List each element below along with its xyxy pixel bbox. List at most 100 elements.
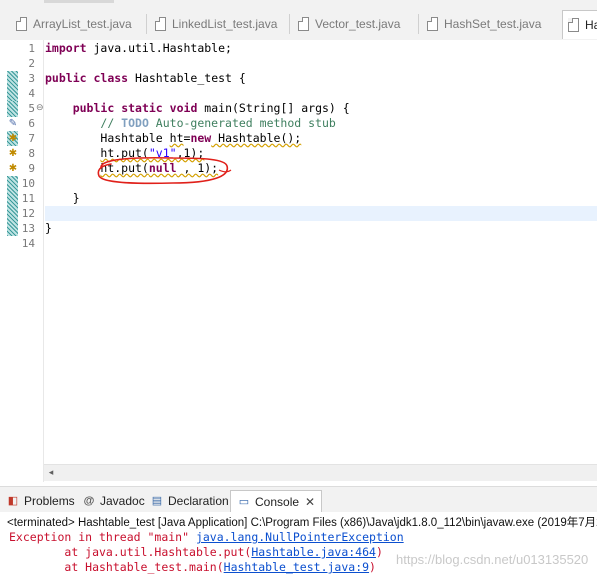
code-token-warning: null <box>148 161 177 175</box>
code-token: main(String[] args) { <box>197 101 350 115</box>
java-file-icon <box>298 17 309 31</box>
code-token: Hashtable <box>100 131 170 145</box>
code-line-5[interactable]: public static void main(String[] args) { <box>45 101 597 116</box>
console-text: at java.util.Hashtable.put( <box>9 545 252 559</box>
watermark-text: https://blog.csdn.net/u013135520 <box>396 552 589 567</box>
line-number: 12 <box>21 207 35 220</box>
console-output[interactable]: <terminated> Hashtable_test [Java Applic… <box>0 512 597 579</box>
code-line-1[interactable]: import java.util.Hashtable; <box>45 41 597 56</box>
console-exception-line: Exception in thread "main" java.lang.Nul… <box>9 530 404 544</box>
panel-tab-label: Problems <box>24 494 75 508</box>
code-token: static <box>121 101 163 115</box>
code-token-warning: ,1); <box>176 146 205 160</box>
change-marker <box>7 176 18 236</box>
line-number: 3 <box>28 72 35 85</box>
javadoc-at-icon: @ <box>83 495 95 507</box>
tab-arraylist-test[interactable]: ArrayList_test.java <box>16 10 132 38</box>
tab-hashset-test[interactable]: HashSet_test.java <box>427 10 541 38</box>
close-icon[interactable]: ✕ <box>305 495 315 509</box>
code-token: public <box>45 71 87 85</box>
code-todo-tag: TODO <box>121 116 149 130</box>
console-icon: ▭ <box>238 496 250 508</box>
line-number: 1 <box>28 42 35 55</box>
code-editor[interactable]: ✎ ✱ ✱ ✱ 1 2 3 4 5 6 7 8 9 10 11 12 13 14… <box>0 40 597 482</box>
tab-divider <box>418 14 419 34</box>
console-text: ) <box>375 545 383 559</box>
tab-label: HashSet_test.java <box>444 17 542 31</box>
java-file-icon <box>155 17 166 31</box>
lightbulb-warning-icon[interactable]: ✱ <box>7 163 19 175</box>
code-line-7[interactable]: Hashtable ht=new Hashtable(); <box>45 131 597 146</box>
line-number: 4 <box>28 87 35 100</box>
tab-label: LinkedList_test.java <box>172 17 278 31</box>
line-number: 9 <box>28 162 35 175</box>
tab-label: Has <box>585 18 597 32</box>
tab-linkedlist-test[interactable]: LinkedList_test.java <box>155 10 277 38</box>
code-line-12-current[interactable] <box>45 206 597 221</box>
scroll-left-icon[interactable]: ◂ <box>44 465 58 481</box>
code-token-warning: ht <box>169 131 184 145</box>
code-line-13[interactable]: } <box>45 221 597 236</box>
code-token-warning: , 1); <box>176 161 219 175</box>
line-number: 13 <box>21 222 35 235</box>
code-token: } <box>45 221 52 235</box>
toolbar-grip <box>44 0 114 3</box>
tab-console[interactable]: ▭ Console ✕ <box>230 490 323 513</box>
code-token-warning: ht.put( <box>100 146 149 160</box>
code-token: void <box>169 101 198 115</box>
line-number: 5 <box>28 102 35 115</box>
console-stack-line: at Hashtable_test.main(Hashtable_test.ja… <box>9 560 376 574</box>
code-token: class <box>93 71 129 85</box>
code-token: java.util.Hashtable; <box>86 41 232 55</box>
change-marker <box>7 101 18 117</box>
tab-divider <box>146 14 147 34</box>
editor-tab-bar: ArrayList_test.java LinkedList_test.java… <box>0 0 597 40</box>
code-token-warning: ht.put( <box>100 161 149 175</box>
code-token: Hashtable_test { <box>128 71 246 85</box>
line-number: 14 <box>21 237 35 250</box>
task-icon[interactable]: ✎ <box>7 118 19 130</box>
console-terminated-status: <terminated> Hashtable_test [Java Applic… <box>7 517 597 529</box>
code-line-9[interactable]: ht.put(null , 1); <box>45 161 597 176</box>
java-file-icon <box>568 18 579 32</box>
panel-tab-label: Console <box>255 495 300 509</box>
tab-label: ArrayList_test.java <box>33 17 132 31</box>
code-line-6[interactable]: // TODO Auto-generated method stub <box>45 116 597 131</box>
console-text: ) <box>369 560 376 574</box>
code-comment: Auto-generated method stub <box>148 116 336 130</box>
code-token: new <box>190 131 212 145</box>
line-number: 11 <box>21 192 35 205</box>
stack-trace-link[interactable]: Hashtable.java:464 <box>251 545 376 559</box>
code-token: } <box>72 191 80 205</box>
exception-link[interactable]: java.lang.NullPointerException <box>196 530 404 544</box>
tab-javadoc[interactable]: @ Javadoc <box>82 490 145 512</box>
tab-problems[interactable]: ◧ Problems <box>6 490 75 512</box>
tab-vector-test[interactable]: Vector_test.java <box>298 10 400 38</box>
line-number: 10 <box>21 177 35 190</box>
code-token: public <box>72 101 115 115</box>
panel-tab-label: Javadoc <box>100 494 145 508</box>
lightbulb-warning-icon[interactable]: ✱ <box>7 133 19 145</box>
code-line-11[interactable]: } <box>45 191 597 206</box>
fold-collapse-icon[interactable]: ⊖ <box>36 101 44 116</box>
tab-declaration[interactable]: ▤ Declaration <box>150 490 229 512</box>
line-number: 8 <box>28 147 35 160</box>
java-file-icon <box>16 17 27 31</box>
tab-divider <box>289 14 290 34</box>
code-comment: // <box>100 116 122 130</box>
change-marker <box>7 71 18 101</box>
line-number: 2 <box>28 57 35 70</box>
code-line-3[interactable]: public class Hashtable_test { <box>45 71 597 86</box>
horizontal-scrollbar[interactable]: ◂ <box>44 464 597 481</box>
lightbulb-warning-icon[interactable]: ✱ <box>7 148 19 160</box>
panel-tab-label: Declaration <box>168 494 229 508</box>
code-line-8[interactable]: ht.put("v1",1); <box>45 146 597 161</box>
tab-hashtable-test[interactable]: Has <box>562 10 597 39</box>
line-number: 6 <box>28 117 35 130</box>
console-stack-line: at java.util.Hashtable.put(Hashtable.jav… <box>9 545 383 559</box>
java-file-icon <box>427 17 438 31</box>
problems-icon: ◧ <box>7 495 19 507</box>
line-number: 7 <box>28 132 35 145</box>
stack-trace-link[interactable]: Hashtable_test.java:9 <box>224 560 369 574</box>
console-text: at Hashtable_test.main( <box>9 560 224 574</box>
